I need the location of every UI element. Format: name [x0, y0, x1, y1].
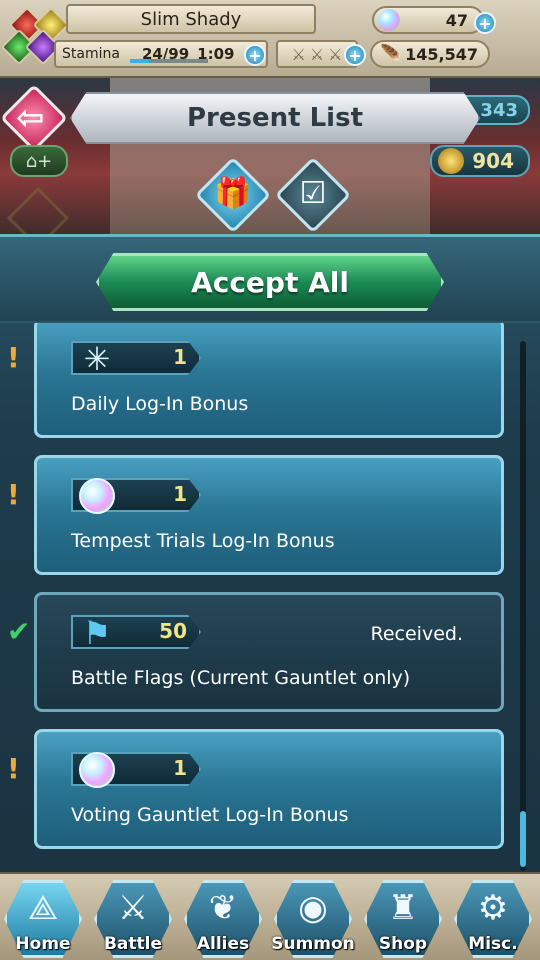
list-item[interactable]: ✔ ⚑ 50 Received. Battle Flags (Current G… [7, 592, 504, 712]
item-quantity: 1 [173, 756, 187, 780]
nav-label: Home [15, 934, 71, 954]
home-icon: ⟁ [27, 888, 59, 928]
stamina-label: Stamina [62, 46, 120, 62]
tab-received[interactable]: ☑ [274, 156, 352, 234]
present-list[interactable]: ! ✳ 1 Daily Log-In Bonus ! 1 Tempest Tri… [0, 323, 540, 875]
nav-misc[interactable]: ⚙ Misc. [450, 878, 536, 960]
sword-icon: ⚔ [309, 44, 325, 64]
item-quantity: 50 [159, 619, 187, 643]
sparkle-icon: ✳ [83, 340, 111, 378]
orb-icon [75, 476, 119, 516]
received-status: Received. [370, 623, 464, 645]
stamina-panel: Stamina 24/99 1:09 [54, 40, 268, 68]
castle-plus-icon[interactable]: ⌂+ [10, 145, 68, 177]
check-icon: ✔ [7, 615, 31, 648]
back-button[interactable]: ⇦ [0, 84, 68, 152]
orb-count-value: 47 [445, 10, 468, 30]
nav-label: Summon [271, 934, 355, 954]
list-item[interactable]: ! 1 Tempest Trials Log-In Bonus [7, 455, 504, 575]
add-swords-button[interactable]: + [344, 44, 366, 66]
orb-counter: 47 [372, 6, 484, 34]
gear-icon: ⚙ [477, 888, 509, 928]
page-title: Present List [70, 92, 480, 144]
gold-counter: 904 [430, 145, 530, 177]
crossed-swords-icon: ⚔ [117, 888, 149, 928]
item-label: Battle Flags (Current Gauntlet only) [71, 667, 411, 689]
add-orbs-button[interactable]: + [474, 12, 496, 34]
item-quantity: 1 [173, 482, 187, 506]
orb-icon [75, 750, 119, 790]
accept-bar: Accept All [0, 237, 540, 323]
nav-label: Allies [196, 934, 250, 954]
nav-allies[interactable]: ❦ Allies [180, 878, 266, 960]
status-bar: Slim Shady Stamina 24/99 1:09 + ⚔ ⚔ ⚔ + … [0, 0, 540, 78]
alert-icon: ! [7, 752, 20, 785]
item-quantity: 1 [173, 345, 187, 369]
item-label: Daily Log-In Bonus [71, 393, 249, 415]
sword-icon: ⚔ [328, 44, 343, 64]
player-name: Slim Shady [66, 4, 316, 34]
nav-summon[interactable]: ◉ Summon [270, 878, 356, 960]
castle-icon: ♜ [387, 888, 419, 928]
bottom-nav: ⟁ Home ⚔ Battle ❦ Allies ◉ Summon ♜ Shop… [0, 872, 540, 960]
feather-icon: 🪶 [380, 44, 403, 65]
nav-label: Shop [378, 934, 428, 954]
gold-count-value: 904 [472, 149, 514, 173]
scroll-thumb[interactable] [520, 811, 526, 867]
add-stamina-button[interactable]: + [244, 44, 266, 66]
alert-icon: ! [7, 341, 20, 374]
back-arrow-icon: ⇦ [16, 98, 45, 138]
battle-flag-icon: ⚑ [82, 614, 112, 652]
item-label: Voting Gauntlet Log-In Bonus [71, 804, 349, 826]
present-list-panel: Accept All ! ✳ 1 Daily Log-In Bonus ! 1 … [0, 234, 540, 872]
scrollbar[interactable] [520, 341, 526, 871]
stamina-bar [130, 59, 208, 63]
nav-label: Battle [103, 934, 163, 954]
list-item[interactable]: ! 1 Voting Gauntlet Log-In Bonus [7, 729, 504, 849]
nav-home[interactable]: ⟁ Home [0, 878, 86, 960]
orb-icon [378, 9, 400, 31]
gift-icon: 🎁 [214, 176, 252, 211]
opened-box-icon: ☑ [299, 176, 327, 211]
nav-shop[interactable]: ♜ Shop [360, 878, 446, 960]
orb-icon: ◉ [298, 888, 328, 928]
list-item[interactable]: ! ✳ 1 Daily Log-In Bonus [7, 323, 504, 438]
alert-icon: ! [7, 478, 20, 511]
sword-icon: ⚔ [291, 44, 306, 64]
accept-all-button[interactable]: Accept All [96, 253, 444, 311]
gold-coin-icon [438, 148, 464, 174]
nav-battle[interactable]: ⚔ Battle [90, 878, 176, 960]
feather-count-value: 145,547 [405, 44, 478, 64]
feather-counter: 🪶 145,547 [370, 40, 490, 68]
tab-presents[interactable]: 🎁 [194, 156, 272, 234]
wing-icon: ❦ [208, 888, 238, 928]
item-label: Tempest Trials Log-In Bonus [71, 530, 335, 552]
nav-label: Misc. [468, 934, 518, 954]
